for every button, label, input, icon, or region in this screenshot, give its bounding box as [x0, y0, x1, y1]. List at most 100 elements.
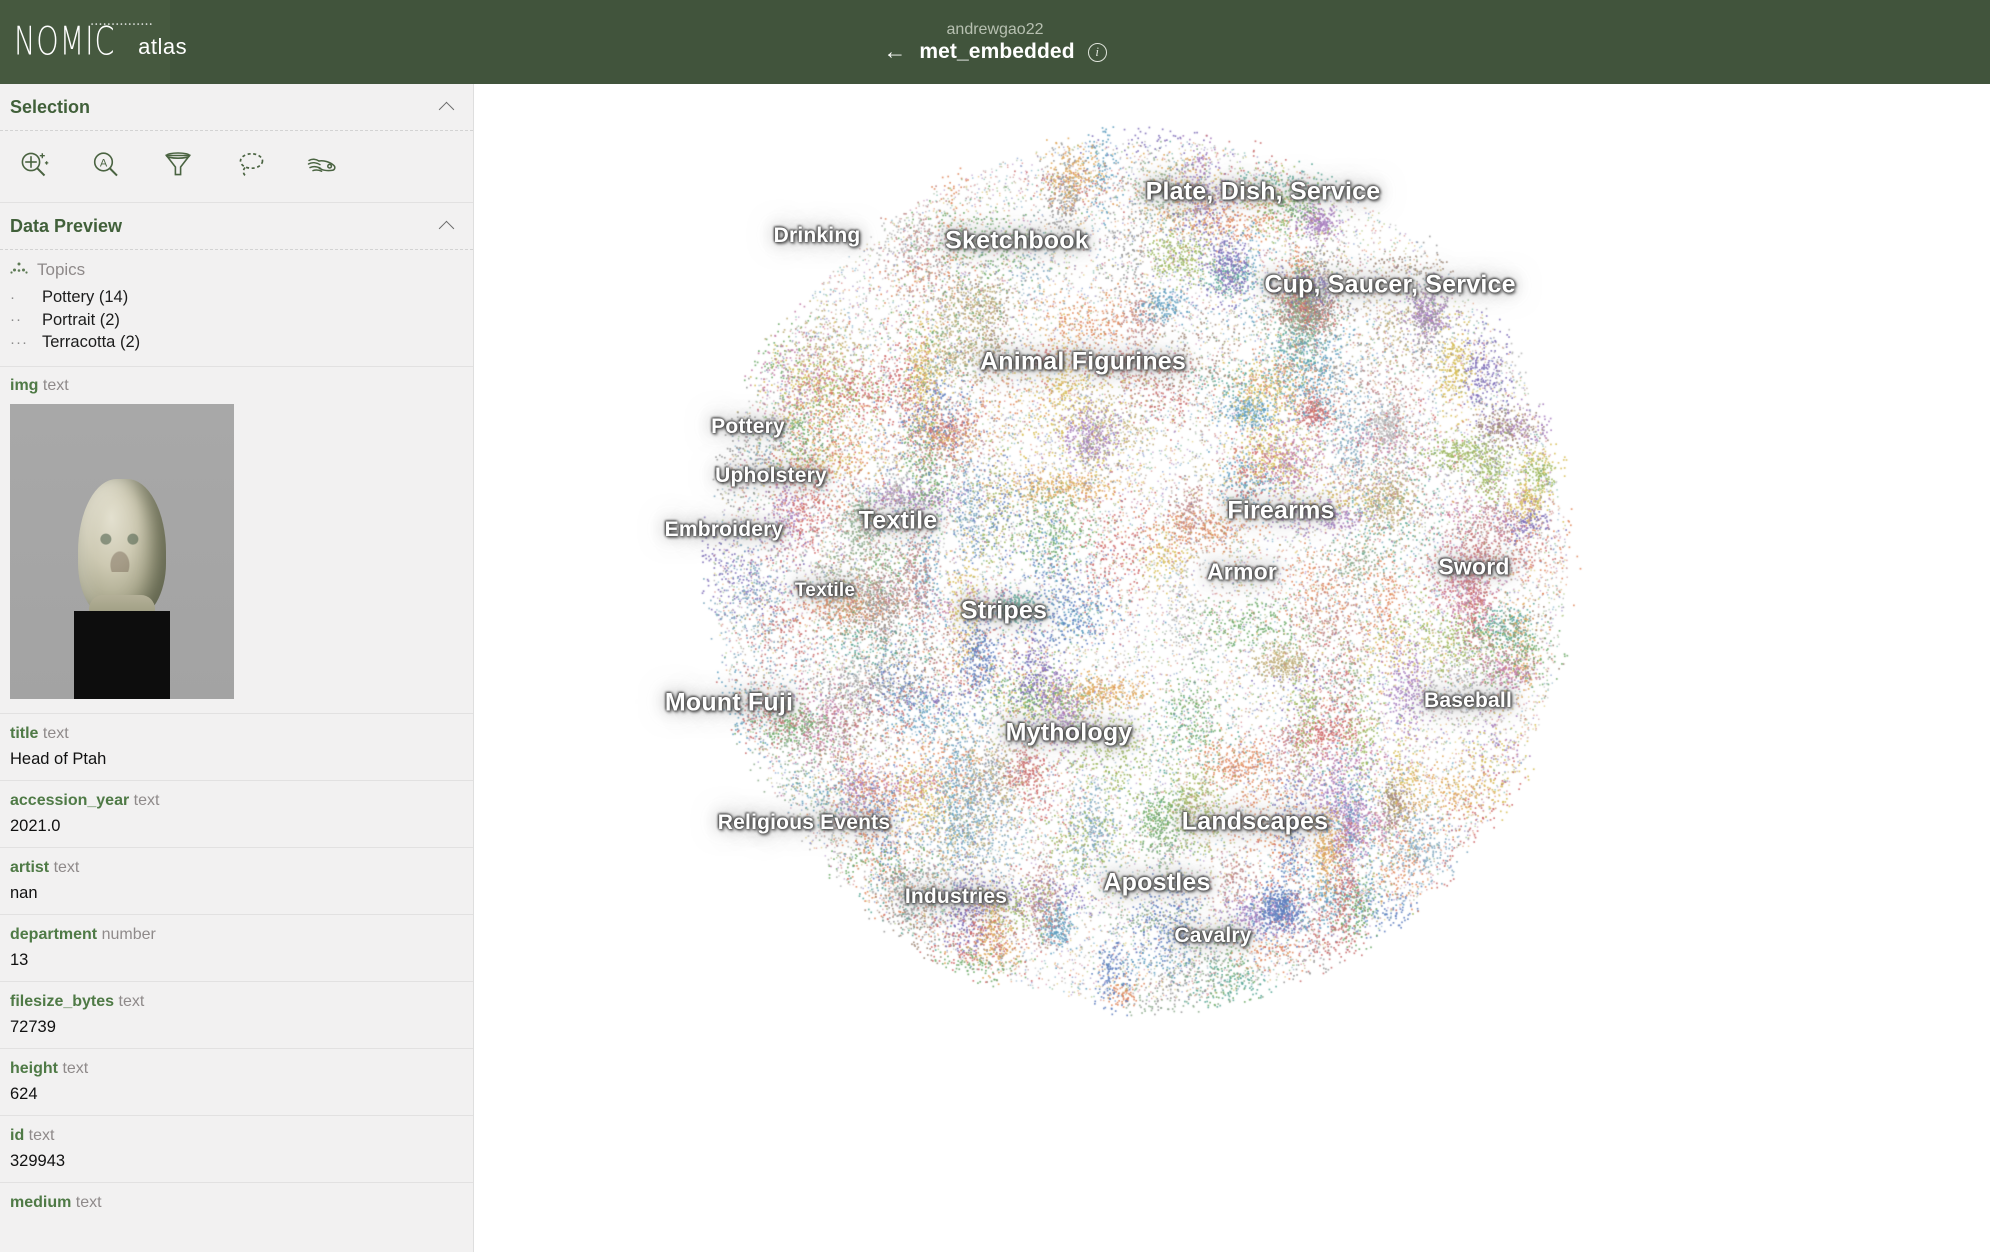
- body: Selection A Data Preview Topics · Potter…: [0, 84, 1990, 1252]
- field-accession-year: accession_year text 2021.0: [0, 781, 473, 847]
- field-value: 2021.0: [10, 816, 61, 835]
- field-type: text: [42, 724, 69, 742]
- map-topic-label[interactable]: Sketchbook: [945, 227, 1089, 256]
- field-key: id: [10, 1126, 25, 1144]
- hand-icon[interactable]: [302, 145, 342, 185]
- field-type: text: [42, 376, 69, 394]
- map-topic-label[interactable]: Mythology: [1006, 719, 1133, 748]
- sidebar: Selection A Data Preview Topics · Potter…: [0, 84, 474, 1252]
- data-preview-panel-title: Data Preview: [10, 215, 123, 236]
- map-topic-label[interactable]: Armor: [1207, 559, 1277, 586]
- field-key: title: [10, 724, 39, 742]
- nomic-atlas-logo[interactable]: NOMIC atlas: [0, 0, 187, 84]
- topic-depth-dots: ·: [10, 288, 16, 306]
- embedding-map[interactable]: Plate, Dish, Service Drinking Sketchbook Cu…: [474, 84, 1990, 1252]
- topics-label: Topics: [37, 260, 86, 279]
- chevron-up-icon-selection[interactable]: [440, 100, 455, 115]
- map-topic-label[interactable]: Baseball: [1424, 689, 1512, 713]
- field-type: text: [75, 1193, 102, 1211]
- topic-label: Pottery (14): [42, 288, 129, 306]
- map-topic-label[interactable]: Industries: [905, 885, 1007, 909]
- map-topic-label[interactable]: Stripes: [961, 597, 1047, 626]
- brand-name: NOMIC: [14, 18, 116, 64]
- map-topic-label[interactable]: Animal Figurines: [980, 348, 1186, 377]
- filter-icon[interactable]: [158, 145, 198, 185]
- owner-label: andrewgao22: [946, 20, 1044, 38]
- topics-section: Topics · Pottery (14) ·· Portrait (2) ··…: [0, 250, 473, 366]
- map-topic-label[interactable]: Mount Fuji: [665, 689, 793, 718]
- map-topic-label[interactable]: Sword: [1438, 554, 1509, 581]
- logo-dots-decoration: [90, 22, 152, 25]
- brand-product: atlas: [138, 34, 188, 59]
- selection-toolbar: A: [0, 131, 473, 202]
- back-arrow-icon[interactable]: ←: [883, 39, 906, 63]
- selection-panel-header[interactable]: Selection: [0, 84, 473, 130]
- field-artist: artist text nan: [0, 848, 473, 914]
- map-topic-label[interactable]: Apostles: [1103, 869, 1210, 898]
- page-title: met_embedded: [919, 40, 1075, 64]
- lasso-icon[interactable]: [230, 145, 270, 185]
- map-topic-label[interactable]: Pottery: [711, 415, 785, 439]
- field-img-label: img text: [10, 377, 463, 395]
- field-value: Head of Ptah: [10, 749, 107, 768]
- field-value: nan: [10, 883, 38, 902]
- field-type: text: [62, 1059, 89, 1077]
- field-id: id text 329943: [0, 1116, 473, 1182]
- field-type: text: [118, 992, 145, 1010]
- selection-panel-title: Selection: [10, 96, 91, 117]
- topic-list: · Pottery (14) ·· Portrait (2) ··· Terra…: [10, 286, 473, 354]
- field-key: artist: [10, 858, 50, 876]
- map-topic-label[interactable]: Upholstery: [715, 464, 827, 488]
- list-item[interactable]: ·· Portrait (2): [10, 309, 473, 332]
- field-type: text: [53, 858, 80, 876]
- map-topic-label[interactable]: Plate, Dish, Service: [1146, 178, 1381, 207]
- topic-depth-dots: ··: [10, 311, 22, 329]
- field-type: number: [101, 925, 156, 943]
- topic-depth-dots: ···: [10, 333, 28, 351]
- data-preview-panel-header[interactable]: Data Preview: [0, 203, 473, 249]
- field-key: medium: [10, 1193, 72, 1211]
- field-height: height text 624: [0, 1049, 473, 1115]
- map-topic-label[interactable]: Cup, Saucer, Service: [1264, 271, 1515, 300]
- project-title-row: ← met_embedded i: [883, 39, 1107, 64]
- map-topic-label[interactable]: Embroidery: [665, 518, 784, 542]
- top-bar: NOMIC atlas andrewgao22 ← met_embedded i: [0, 0, 1990, 84]
- app-root: NOMIC atlas andrewgao22 ← met_embedded i…: [0, 0, 1990, 1252]
- zoom-select-icon[interactable]: [14, 145, 54, 185]
- map-topic-label[interactable]: Landscapes: [1182, 808, 1329, 837]
- map-topic-label[interactable]: Textile: [795, 580, 855, 602]
- map-topic-label[interactable]: Cavalry: [1174, 924, 1251, 948]
- field-department: department number 13: [0, 915, 473, 981]
- field-type: text: [28, 1126, 55, 1144]
- field-title: title text Head of Ptah: [0, 714, 473, 780]
- field-value: 72739: [10, 1017, 56, 1036]
- field-key: accession_year: [10, 791, 130, 809]
- artwork-thumbnail[interactable]: [10, 403, 234, 699]
- svg-text:A: A: [100, 157, 108, 169]
- field-filesize-bytes: filesize_bytes text 72739: [0, 982, 473, 1048]
- scatter-plot-canvas[interactable]: [474, 84, 1990, 1252]
- project-header: andrewgao22 ← met_embedded i: [0, 0, 1990, 84]
- field-key: department: [10, 925, 98, 943]
- map-topic-label[interactable]: Textile: [859, 507, 938, 536]
- map-topic-label[interactable]: Religious Events: [718, 811, 890, 835]
- artwork-pedestal-shape: [74, 610, 170, 699]
- search-icon[interactable]: A: [86, 145, 126, 185]
- topics-icon: [10, 261, 28, 280]
- field-value: 13: [10, 950, 29, 969]
- topics-header: Topics: [10, 260, 473, 280]
- field-img: img text: [0, 367, 473, 699]
- map-topic-label[interactable]: Firearms: [1227, 497, 1334, 526]
- info-icon[interactable]: i: [1087, 42, 1107, 62]
- chevron-up-icon-data-preview[interactable]: [440, 219, 455, 234]
- field-type: text: [133, 791, 160, 809]
- field-value: 624: [10, 1084, 38, 1103]
- field-medium: medium text: [0, 1183, 473, 1223]
- map-topic-label[interactable]: Drinking: [774, 224, 861, 248]
- field-key: img: [10, 376, 39, 394]
- field-key: filesize_bytes: [10, 992, 115, 1010]
- list-item[interactable]: · Pottery (14): [10, 286, 473, 309]
- topic-label: Terracotta (2): [42, 333, 141, 351]
- list-item[interactable]: ··· Terracotta (2): [10, 331, 473, 354]
- field-value: 329943: [10, 1151, 66, 1170]
